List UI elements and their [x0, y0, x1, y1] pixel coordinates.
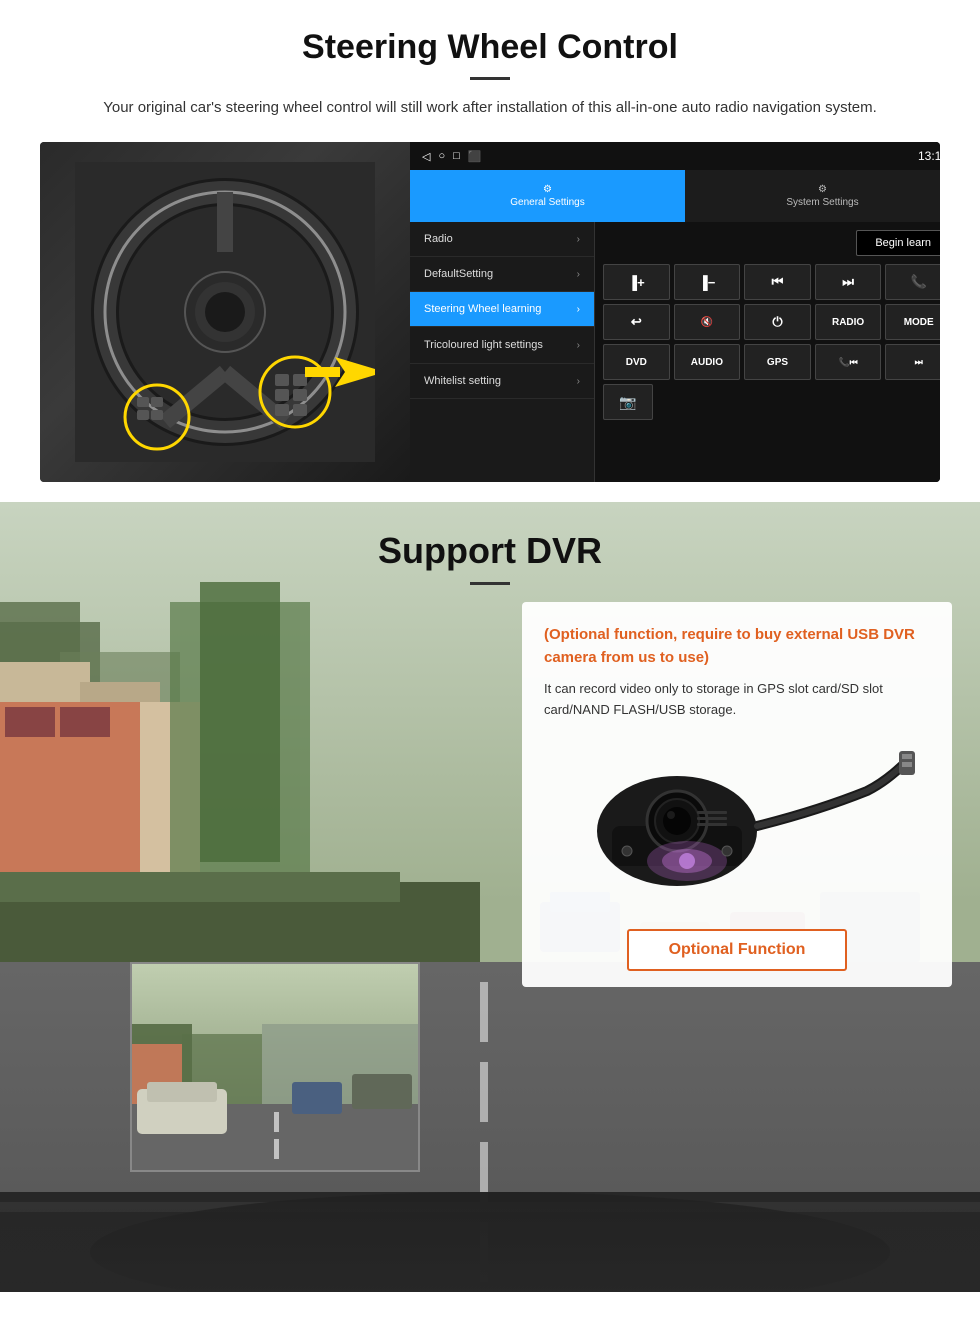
steering-title: Steering Wheel Control	[40, 28, 940, 67]
dashboard-overlay	[0, 1192, 980, 1292]
controls-row-1: ▐+ ▐− ⏮ ⏭ 📞	[595, 264, 940, 300]
chevron-icon: ›	[577, 376, 580, 387]
begin-learn-row: Begin learn	[595, 222, 940, 264]
camera-btn[interactable]: 📷	[603, 384, 653, 420]
vol-down-btn[interactable]: ▐−	[674, 264, 741, 300]
recent-icon: □	[453, 150, 460, 162]
dvr-screenshot-svg	[132, 964, 420, 1172]
controls-row-4: 📷	[595, 384, 940, 420]
android-control-panel: Begin learn ▐+ ▐− ⏮ ⏭ 📞 ↩ 🔇 ⏻	[595, 222, 940, 482]
dvr-desc-text: It can record video only to storage in G…	[544, 679, 930, 721]
mute-btn[interactable]: 🔇	[674, 304, 741, 340]
menu-item-tricoloured[interactable]: Tricoloured light settings ›	[410, 327, 594, 364]
tab-system-label: System Settings	[786, 197, 858, 208]
chevron-icon: ›	[577, 234, 580, 245]
dvr-camera-area	[544, 721, 930, 921]
android-content: Radio › DefaultSetting › Steering Wheel …	[410, 222, 940, 482]
chevron-icon: ›	[577, 304, 580, 315]
dvr-section: Support DVR (Optional function, require …	[0, 502, 980, 1292]
vol-up-btn[interactable]: ▐+	[603, 264, 670, 300]
back-icon: ◁	[422, 150, 430, 163]
statusbar-nav-icons: ◁ ○ □ ⬛	[422, 150, 481, 163]
power-btn[interactable]: ⏻	[744, 304, 811, 340]
statusbar-time: 13:13	[918, 149, 940, 163]
tab-general-settings[interactable]: ⚙ General Settings	[410, 170, 685, 222]
tab-general-label: General Settings	[510, 197, 585, 208]
android-statusbar: ◁ ○ □ ⬛ 13:13	[410, 142, 940, 170]
menu-icon: ⬛	[468, 150, 482, 163]
dvd-btn[interactable]: DVD	[603, 344, 670, 380]
settings-icon: ⚙	[543, 184, 552, 195]
tab-system-settings[interactable]: ⚙ System Settings	[685, 170, 940, 222]
next-track-btn[interactable]: ⏭	[815, 264, 882, 300]
title-divider	[470, 77, 510, 80]
dvr-screenshot-thumbnail	[130, 962, 420, 1172]
phone-btn[interactable]: 📞	[885, 264, 940, 300]
menu-item-whitelist[interactable]: Whitelist setting ›	[410, 364, 594, 399]
hang-up-btn[interactable]: ↩	[603, 304, 670, 340]
steering-composite: ◁ ○ □ ⬛ 13:13 ⚙ General Settings ⚙ Syste…	[40, 142, 940, 482]
chevron-icon: ›	[577, 269, 580, 280]
android-menu: Radio › DefaultSetting › Steering Wheel …	[410, 222, 595, 482]
dvr-title: Support DVR	[0, 530, 980, 572]
menu-item-defaultsetting[interactable]: DefaultSetting ›	[410, 257, 594, 292]
android-ui: ◁ ○ □ ⬛ 13:13 ⚙ General Settings ⚙ Syste…	[410, 142, 940, 482]
prev-track-btn[interactable]: ⏮	[744, 264, 811, 300]
dvr-camera-svg	[557, 731, 917, 911]
audio-btn[interactable]: AUDIO	[674, 344, 741, 380]
gps-btn[interactable]: GPS	[744, 344, 811, 380]
menu-item-steering-wheel-learning[interactable]: Steering Wheel learning ›	[410, 292, 594, 327]
steering-section: Steering Wheel Control Your original car…	[0, 0, 980, 502]
steering-subtitle: Your original car's steering wheel contr…	[60, 96, 920, 120]
controls-row-2: ↩ 🔇 ⏻ RADIO MODE	[595, 304, 940, 340]
radio-btn[interactable]: RADIO	[815, 304, 882, 340]
optional-function-area: Optional Function	[544, 921, 930, 971]
begin-learn-button[interactable]: Begin learn	[856, 230, 940, 256]
dvr-divider	[470, 582, 510, 585]
steering-wheel-area	[40, 142, 410, 482]
home-icon: ○	[438, 150, 445, 162]
dvr-optional-text: (Optional function, require to buy exter…	[544, 624, 930, 669]
chevron-icon: ›	[577, 340, 580, 351]
dvr-title-bar: Support DVR	[0, 502, 980, 601]
phone-prev-btn[interactable]: 📞⏮	[815, 344, 882, 380]
system-icon: ⚙	[818, 184, 827, 195]
menu-item-radio[interactable]: Radio ›	[410, 222, 594, 257]
phone-next-btn[interactable]: ⏭	[885, 344, 940, 380]
controls-row-3: DVD AUDIO GPS 📞⏮ ⏭	[595, 344, 940, 380]
steering-wheel-image	[75, 162, 375, 462]
dvr-info-card: (Optional function, require to buy exter…	[522, 602, 952, 987]
android-tabs: ⚙ General Settings ⚙ System Settings	[410, 170, 940, 222]
optional-function-button[interactable]: Optional Function	[627, 929, 848, 971]
mode-btn[interactable]: MODE	[885, 304, 940, 340]
